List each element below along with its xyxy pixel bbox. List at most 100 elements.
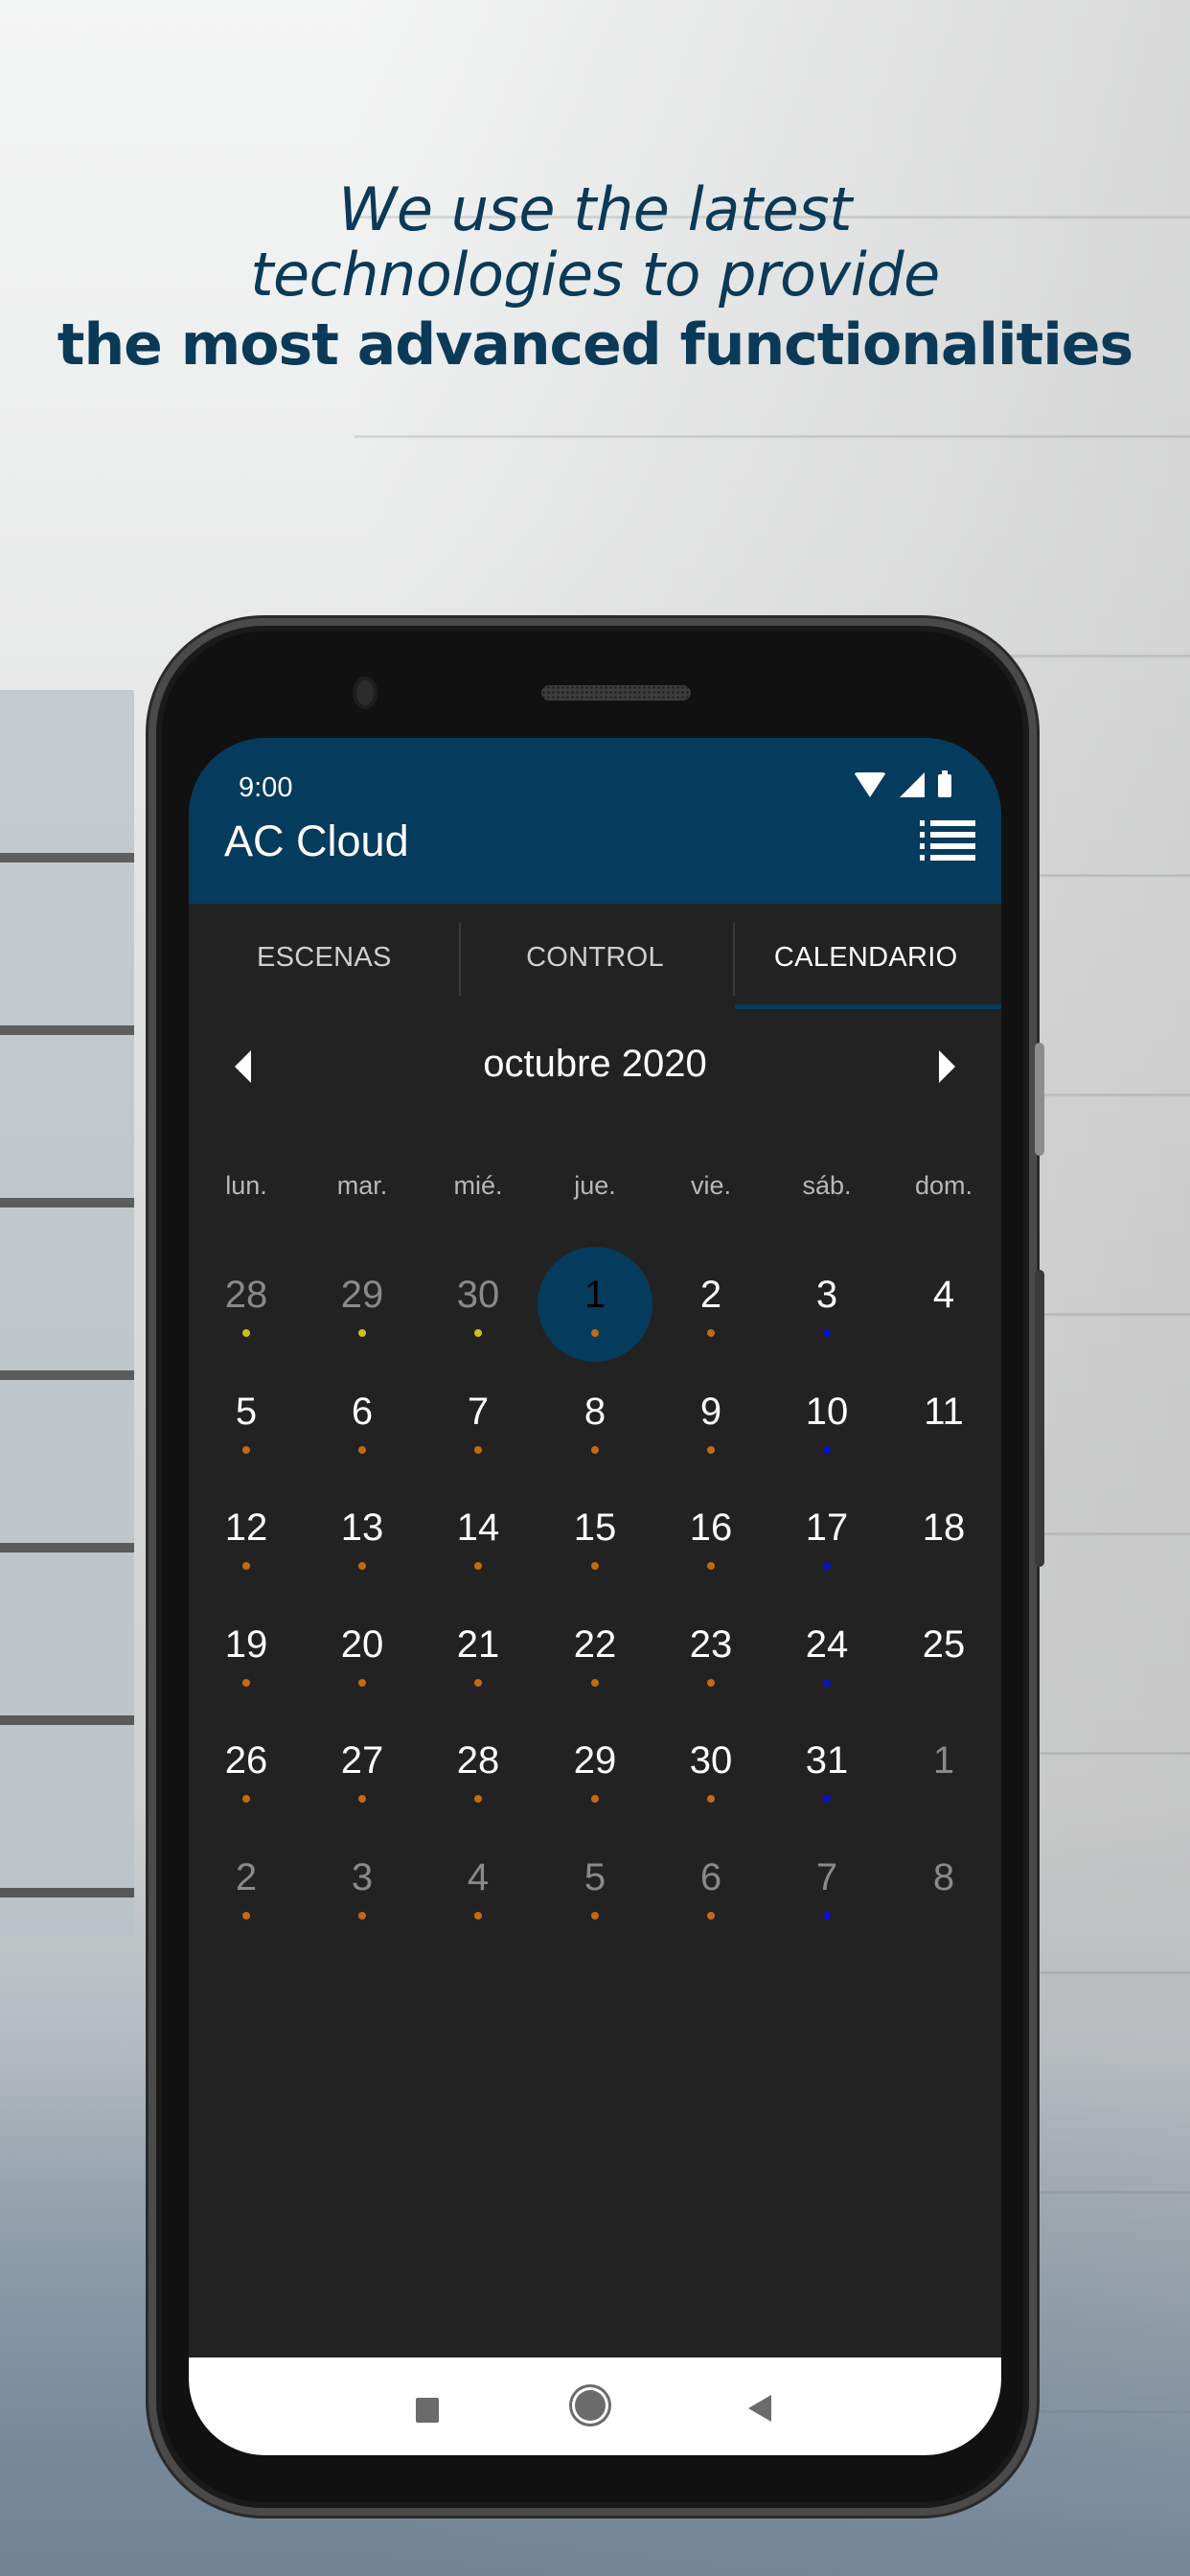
day-number: 24 [805, 1623, 849, 1666]
day-number: 29 [340, 1274, 384, 1316]
event-dot-orange [474, 1562, 482, 1570]
day-number: 25 [922, 1623, 966, 1666]
calendar-day[interactable]: 24 [769, 1597, 884, 1712]
event-dot-orange [242, 1562, 250, 1570]
calendar-day[interactable]: 16 [653, 1480, 768, 1595]
event-dot-yellow [358, 1329, 366, 1337]
calendar-day[interactable]: 7 [421, 1364, 536, 1479]
calendar-day-selected[interactable]: 1 [538, 1247, 652, 1362]
day-number: 17 [805, 1506, 849, 1549]
calendar-day[interactable]: 14 [421, 1480, 536, 1595]
tab-escenas[interactable]: ESCENAS [189, 904, 460, 1011]
calendar-day[interactable]: 10 [769, 1364, 884, 1479]
day-number: 4 [932, 1274, 955, 1316]
calendar-day[interactable]: 25 [886, 1597, 1001, 1712]
calendar-day[interactable]: 21 [421, 1597, 536, 1712]
calendar-day[interactable]: 7 [769, 1829, 884, 1944]
event-dot-orange [707, 1329, 715, 1337]
calendar-day[interactable]: 5 [538, 1829, 652, 1944]
calendar-day[interactable]: 5 [189, 1364, 304, 1479]
recents-square-icon[interactable] [416, 2398, 439, 2423]
calendar-day[interactable]: 30 [653, 1713, 768, 1828]
event-dot-yellow [242, 1329, 250, 1337]
caret-right-icon[interactable] [939, 1050, 955, 1083]
day-number: 15 [573, 1506, 617, 1549]
home-circle-icon[interactable] [575, 2390, 606, 2421]
event-dot-orange [707, 1446, 715, 1454]
status-icons [854, 770, 951, 797]
promo-headline: We use the latest technologies to provid… [0, 177, 1190, 382]
calendar-day[interactable]: 13 [305, 1480, 420, 1595]
calendar-day[interactable]: 12 [189, 1480, 304, 1595]
tab-calendario[interactable]: CALENDARIO [730, 904, 1001, 1011]
calendar-day[interactable]: 17 [769, 1480, 884, 1595]
tab-bar: ESCENAS CONTROL CALENDARIO [189, 904, 1001, 1011]
calendar-day[interactable]: 28 [189, 1247, 304, 1362]
app-title: AC Cloud [224, 816, 409, 865]
signal-icon [900, 772, 925, 797]
event-dot-orange [474, 1679, 482, 1687]
tab-control[interactable]: CONTROL [460, 904, 731, 1011]
day-number: 22 [573, 1623, 617, 1666]
day-number: 21 [456, 1623, 500, 1666]
event-dot-blue [823, 1446, 831, 1454]
weekday-label: sáb. [802, 1171, 852, 1200]
event-dot-orange [591, 1679, 599, 1687]
calendar-day[interactable]: 19 [189, 1597, 304, 1712]
day-number: 28 [224, 1274, 268, 1316]
day-number: 7 [467, 1391, 490, 1433]
calendar-day[interactable]: 29 [305, 1247, 420, 1362]
calendar-day[interactable]: 2 [653, 1247, 768, 1362]
calendar-day[interactable]: 18 [886, 1480, 1001, 1595]
calendar-day[interactable]: 8 [886, 1829, 1001, 1944]
event-dot-orange [242, 1912, 250, 1920]
calendar-day[interactable]: 4 [886, 1247, 1001, 1362]
calendar-day[interactable]: 20 [305, 1597, 420, 1712]
back-triangle-icon[interactable] [748, 2395, 771, 2422]
status-time: 9:00 [239, 772, 293, 803]
day-number: 30 [456, 1274, 500, 1316]
calendar-day[interactable]: 26 [189, 1713, 304, 1828]
calendar-day[interactable]: 3 [305, 1829, 420, 1944]
event-dot-blue [823, 1679, 831, 1687]
day-number: 3 [351, 1856, 374, 1898]
weekday-label: mar. [336, 1171, 388, 1200]
weekday-label: lun. [225, 1171, 267, 1200]
calendar-day[interactable]: 8 [538, 1364, 652, 1479]
weekday-label: jue. [574, 1171, 616, 1200]
calendar-day[interactable]: 1 [886, 1713, 1001, 1828]
calendar-day[interactable]: 6 [653, 1829, 768, 1944]
calendar-day[interactable]: 29 [538, 1713, 652, 1828]
day-number: 31 [805, 1739, 849, 1782]
calendar-day[interactable]: 23 [653, 1597, 768, 1712]
day-number: 8 [584, 1391, 606, 1433]
event-dot-orange [242, 1446, 250, 1454]
event-dot-orange [358, 1795, 366, 1803]
calendar-day[interactable]: 15 [538, 1480, 652, 1595]
day-number: 27 [340, 1739, 384, 1782]
event-dot-orange [358, 1446, 366, 1454]
day-number: 16 [689, 1506, 733, 1549]
calendar-day[interactable]: 3 [769, 1247, 884, 1362]
calendar-day[interactable]: 30 [421, 1247, 536, 1362]
calendar-day[interactable]: 22 [538, 1597, 652, 1712]
phone-screen: 9:00 AC Cloud ESCENAS CONTROL CALENDARIO… [189, 738, 1001, 2455]
day-number: 1 [932, 1739, 955, 1782]
day-number: 18 [922, 1506, 966, 1549]
event-dot-orange [707, 1912, 715, 1920]
calendar-day[interactable]: 9 [653, 1364, 768, 1479]
list-menu-icon[interactable] [920, 820, 975, 861]
event-dot-blue [823, 1562, 831, 1570]
day-number: 20 [340, 1623, 384, 1666]
calendar-day[interactable]: 27 [305, 1713, 420, 1828]
calendar-day[interactable]: 4 [421, 1829, 536, 1944]
calendar-day[interactable]: 31 [769, 1713, 884, 1828]
day-number: 28 [456, 1739, 500, 1782]
weekday-label: mié. [453, 1171, 503, 1200]
calendar-day[interactable]: 6 [305, 1364, 420, 1479]
active-tab-indicator [735, 1004, 1001, 1009]
calendar-day[interactable]: 11 [886, 1364, 1001, 1479]
calendar-day[interactable]: 2 [189, 1829, 304, 1944]
earpiece-speaker [541, 685, 691, 701]
calendar-day[interactable]: 28 [421, 1713, 536, 1828]
